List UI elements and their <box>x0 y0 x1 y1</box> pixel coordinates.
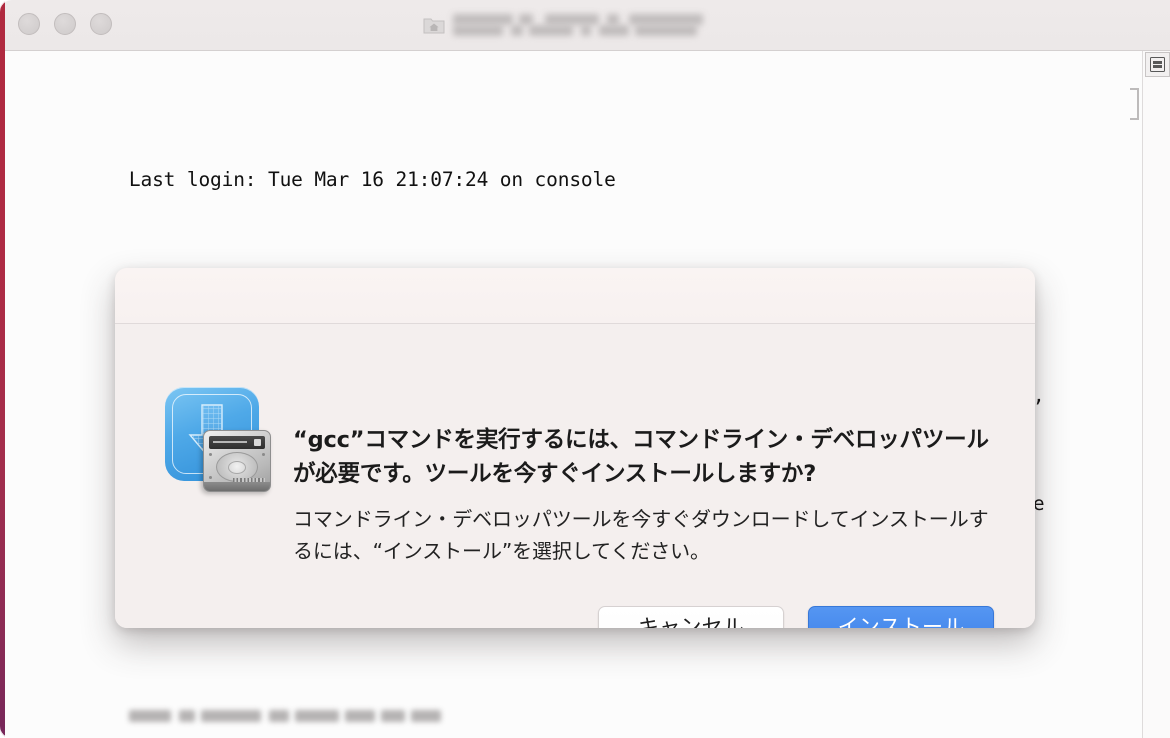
window-title <box>5 0 1170 50</box>
window-title-text-redacted <box>452 12 753 38</box>
install-button[interactable]: インストール <box>808 606 994 628</box>
scrollbar-indicator[interactable] <box>1130 88 1139 120</box>
window-left-edge <box>0 0 5 738</box>
install-tools-dialog: “gcc”コマンドを実行するには、コマンドライン・デベロッパツールが必要です。ツ… <box>115 268 1035 628</box>
hard-disk-label <box>209 436 265 449</box>
terminal-line-last-login: Last login: Tue Mar 16 21:07:24 on conso… <box>13 139 1142 191</box>
dialog-titlebar <box>115 268 1035 324</box>
terminal-line-text: Last login: Tue Mar 16 21:07:24 on conso… <box>128 168 616 191</box>
home-folder-icon <box>423 15 445 35</box>
hard-disk-screw <box>209 476 212 479</box>
dialog-button-row: キャンセル インストール <box>598 606 994 628</box>
hard-disk-hub <box>228 461 246 474</box>
dialog-headline: “gcc”コマンドを実行するには、コマンドライン・デベロッパツールが必要です。ツ… <box>293 427 989 487</box>
dialog-body: “gcc”コマンドを実行するには、コマンドライン・デベロッパツールが必要です。ツ… <box>115 325 1035 628</box>
installer-download-disk-icon <box>165 387 273 495</box>
hard-disk-base <box>204 482 270 491</box>
terminal-line-prompt-current: ~ % <box>13 679 1142 722</box>
dialog-message: コマンドライン・デベロッパツールを今すぐダウンロードしてインストールするには、“… <box>293 507 989 563</box>
hard-disk-icon <box>203 430 271 492</box>
screen: Last login: Tue Mar 16 21:07:24 on conso… <box>0 0 1170 738</box>
split-pane-icon <box>1150 57 1165 72</box>
hard-disk-screw <box>262 453 265 456</box>
cancel-button[interactable]: キャンセル <box>598 606 784 628</box>
hard-disk-screw <box>209 453 212 456</box>
split-pane-button[interactable] <box>1145 52 1170 77</box>
window-titlebar <box>5 0 1170 51</box>
terminal-right-gutter <box>1142 51 1170 738</box>
terminal-prompt-host-redacted <box>128 706 477 728</box>
